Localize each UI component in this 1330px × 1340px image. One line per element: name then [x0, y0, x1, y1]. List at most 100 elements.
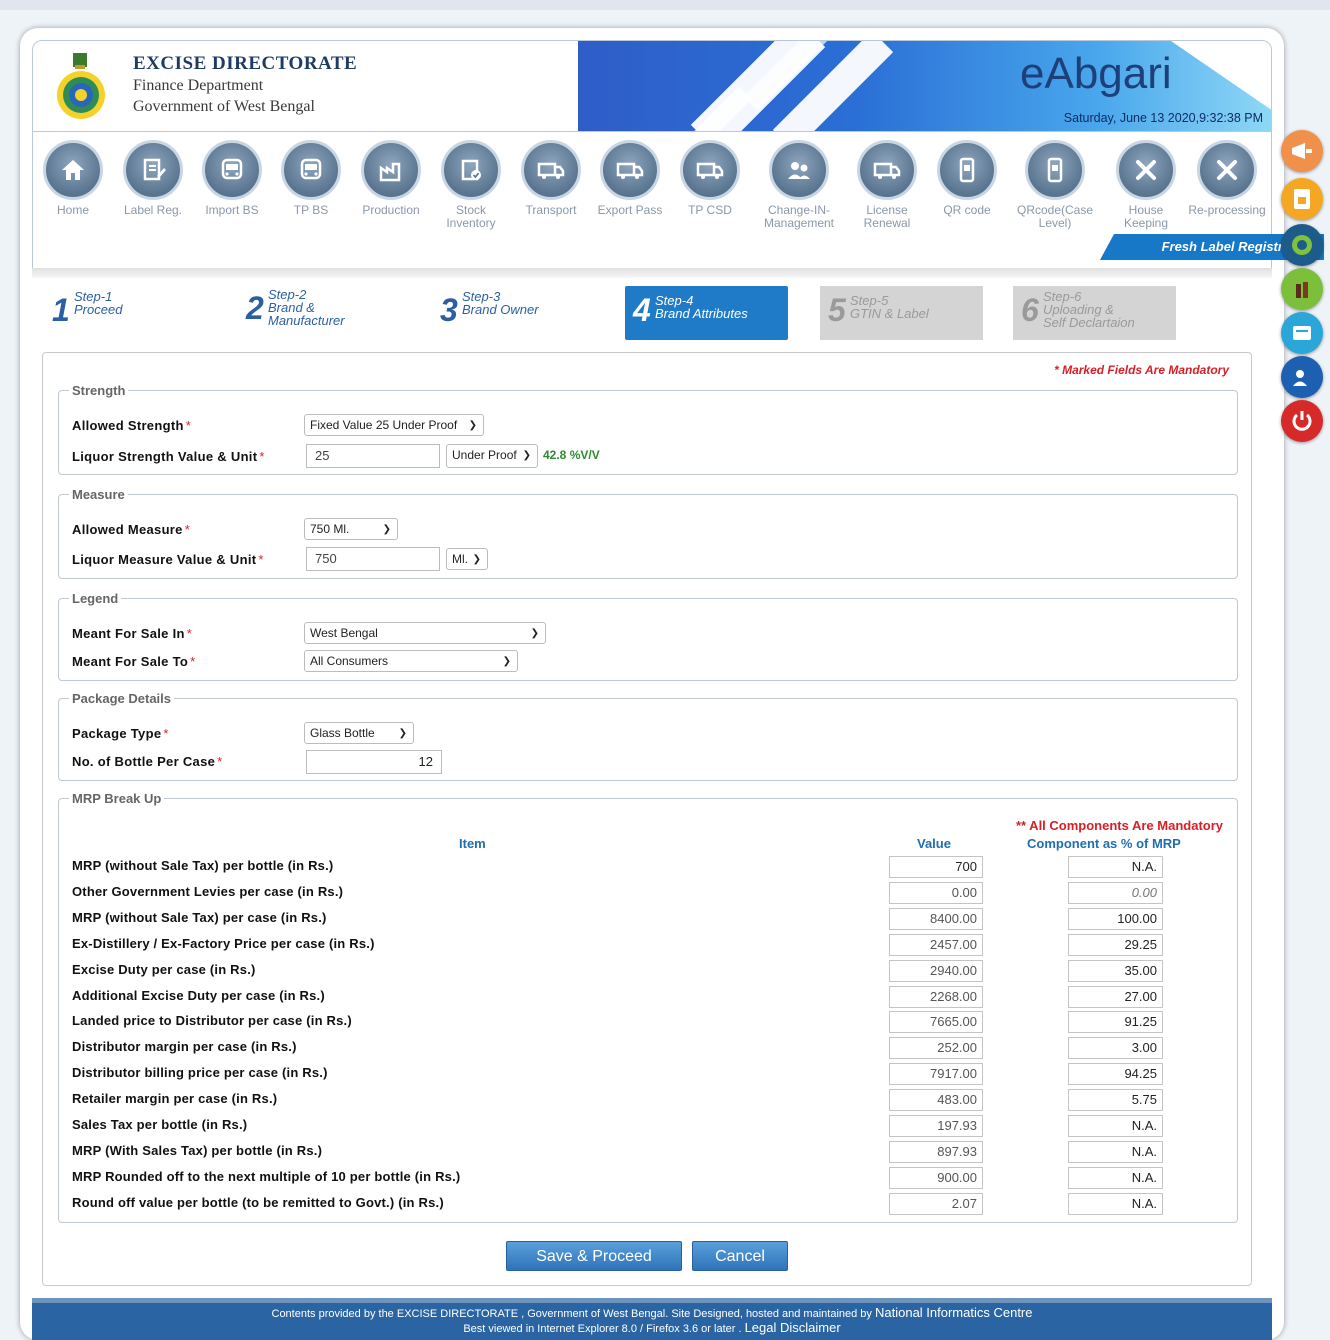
site-footer: Contents provided by the EXCISE DIRECTOR…	[32, 1298, 1272, 1340]
eabgari-logo: eAbgari	[1020, 49, 1172, 98]
nic-link[interactable]: National Informatics Centre	[875, 1305, 1033, 1320]
nav-change-in-management[interactable]: Change-IN-Management	[751, 140, 847, 230]
mrp-row-value-input[interactable]: 2457.00	[889, 933, 983, 956]
chevron-down-icon: ❯	[472, 554, 481, 565]
step-2[interactable]: 2 Step-2 Brand & Manufacturer	[246, 284, 416, 338]
step-6-disabled: 6 Step-6 Uploading & Self Declartaion	[1013, 286, 1176, 340]
cancel-button[interactable]: Cancel	[692, 1241, 788, 1271]
clipboard-check-icon	[461, 159, 481, 181]
sale-in-label: Meant For Sale In *	[72, 626, 193, 641]
mrp-section: MRP Break Up ** All Components Are Manda…	[58, 791, 1238, 1223]
mrp-row-label: Distributor margin per case (in Rs.)	[72, 1039, 297, 1055]
nav-import-bs[interactable]: Import BS	[192, 140, 272, 217]
legend-legend: Legend	[72, 591, 119, 606]
mrp-col-pct: Component as % of MRP	[1027, 836, 1181, 851]
mrp-row-label: Sales Tax per bottle (in Rs.)	[72, 1117, 248, 1132]
mrp-row-pct-input: 27.00	[1068, 985, 1163, 1008]
megaphone-icon[interactable]	[1281, 130, 1323, 172]
mrp-row-pct-input: N.A.	[1068, 1166, 1163, 1189]
mrp-row-value-input[interactable]: 700	[889, 856, 983, 878]
main-nav: Home Label Reg. Import BS TP BS Producti…	[32, 132, 1272, 268]
nav-qr-code[interactable]: QR code	[927, 140, 1007, 217]
legal-disclaimer-link[interactable]: Legal Disclaimer	[745, 1320, 841, 1335]
nav-house-keeping[interactable]: House Keeping	[1106, 140, 1186, 230]
nav-export-pass[interactable]: Export Pass	[590, 140, 670, 217]
step-4-active[interactable]: 4 Step-4 Brand Attributes	[625, 286, 788, 340]
factory-icon	[379, 162, 401, 182]
legend-section: Legend Meant For Sale In * West Bengal ❯ M…	[58, 591, 1238, 681]
user-chat-icon[interactable]	[1281, 356, 1323, 398]
mrp-row-value-input[interactable]: 483.00	[889, 1089, 983, 1112]
package-section: Package Details Package Type * Glass Bott…	[58, 691, 1238, 781]
mrp-row-value-input[interactable]: 2.07	[889, 1192, 983, 1215]
step-1[interactable]: 1 Step-1 Proceed	[52, 286, 202, 340]
mrp-row-value-input[interactable]: 900.00	[889, 1166, 983, 1189]
allowed-strength-label: Allowed Strength *	[72, 418, 192, 433]
strength-unit-select[interactable]: Under Proof ❯	[446, 444, 538, 468]
sale-in-select[interactable]: West Bengal ❯	[304, 622, 546, 644]
mrp-row-value-input[interactable]: 2268.00	[889, 985, 983, 1008]
mrp-row-value-input[interactable]: 0.00	[889, 881, 983, 904]
sale-to-select[interactable]: All Consumers ❯	[304, 650, 518, 672]
nav-license-renewal[interactable]: License Renewal	[847, 140, 927, 230]
mrp-row-value-input[interactable]: 2940.00	[889, 959, 983, 982]
people-swap-icon	[788, 162, 810, 179]
liquor-strength-input[interactable]: 25	[306, 444, 440, 468]
package-legend: Package Details	[72, 691, 172, 706]
gear-globe-icon[interactable]	[1281, 224, 1323, 266]
power-icon[interactable]	[1281, 400, 1323, 442]
liquor-measure-input[interactable]: 750	[306, 547, 440, 571]
mrp-row-pct-input: 94.25	[1068, 1063, 1163, 1086]
mrp-row-pct-input: N.A.	[1068, 1140, 1163, 1163]
mrp-row-pct-input: N.A.	[1068, 1115, 1163, 1137]
mrp-row-label: MRP (without Sale Tax) per case (in Rs.)	[72, 909, 327, 925]
step-3[interactable]: 3 Step-3 Brand Owner	[440, 286, 600, 340]
step-5-disabled: 5 Step-5 GTIN & Label	[820, 286, 983, 340]
nav-tp-bs[interactable]: TP BS	[271, 140, 351, 217]
measure-unit-select[interactable]: Ml. ❯	[446, 548, 488, 570]
package-type-select[interactable]: Glass Bottle ❯	[304, 722, 414, 744]
mrp-row-value-input[interactable]: 197.93	[889, 1115, 983, 1137]
mrp-col-value: Value	[917, 836, 951, 851]
mrp-row-value-input[interactable]: 7665.00	[889, 1011, 983, 1034]
mrp-row-value-input[interactable]: 7917.00	[889, 1063, 983, 1086]
mrp-row-value-input[interactable]: 897.93	[889, 1140, 983, 1163]
nav-re-processing[interactable]: Re-processing	[1187, 140, 1267, 217]
bottles-per-case-input[interactable]: 12	[306, 750, 442, 774]
mrp-row-label: Ex-Distillery / Ex-Factory Price per cas…	[72, 935, 375, 951]
sale-to-label: Meant For Sale To *	[72, 654, 196, 669]
mrp-row-pct-input: 0.00	[1068, 881, 1163, 904]
home-icon	[62, 160, 84, 180]
mrp-row-pct-input: N.A.	[1068, 1192, 1163, 1215]
mrp-row-label: MRP (With Sales Tax) per bottle (in Rs.)	[72, 1142, 323, 1158]
nav-qrcode-case-level[interactable]: QRcode(Case Level)	[1007, 140, 1103, 230]
phone-qr-icon	[1047, 157, 1063, 183]
strength-vv-value: 42.8 %V/V	[543, 448, 600, 462]
nav-stock-inventory[interactable]: Stock Inventory	[431, 140, 511, 230]
save-proceed-button[interactable]: Save & Proceed	[506, 1241, 682, 1271]
nav-home[interactable]: Home	[33, 140, 113, 217]
card-icon[interactable]	[1281, 312, 1323, 354]
mrp-row-pct-input: 91.25	[1068, 1011, 1163, 1034]
nav-transport[interactable]: Transport	[511, 140, 591, 217]
strength-legend: Strength	[72, 383, 126, 398]
nav-label-reg[interactable]: Label Reg.	[113, 140, 193, 217]
bus-icon	[221, 158, 243, 180]
mrp-row-label: Distributor billing price per case (in R…	[72, 1065, 328, 1081]
nav-production[interactable]: Production	[351, 140, 431, 217]
mrp-row-value-input[interactable]: 252.00	[889, 1037, 983, 1060]
mrp-row-pct-input: 35.00	[1068, 959, 1163, 982]
chevron-down-icon: ❯	[398, 728, 407, 739]
truck-icon	[537, 162, 565, 179]
document-lock-icon[interactable]	[1281, 178, 1323, 220]
west-bengal-emblem-icon	[57, 53, 105, 119]
truck-icon	[616, 162, 644, 179]
measure-legend: Measure	[72, 487, 125, 502]
bottles-icon[interactable]	[1281, 268, 1323, 310]
org-subtitle-government: Government of West Bengal	[133, 98, 315, 115]
chevron-down-icon: ❯	[522, 450, 531, 461]
nav-tp-csd[interactable]: TP CSD	[670, 140, 750, 217]
mrp-row-value-input[interactable]: 8400.00	[889, 907, 983, 930]
allowed-strength-select[interactable]: Fixed Value 25 Under Proof ❯	[304, 414, 484, 436]
allowed-measure-select[interactable]: 750 Ml. ❯	[304, 518, 398, 540]
